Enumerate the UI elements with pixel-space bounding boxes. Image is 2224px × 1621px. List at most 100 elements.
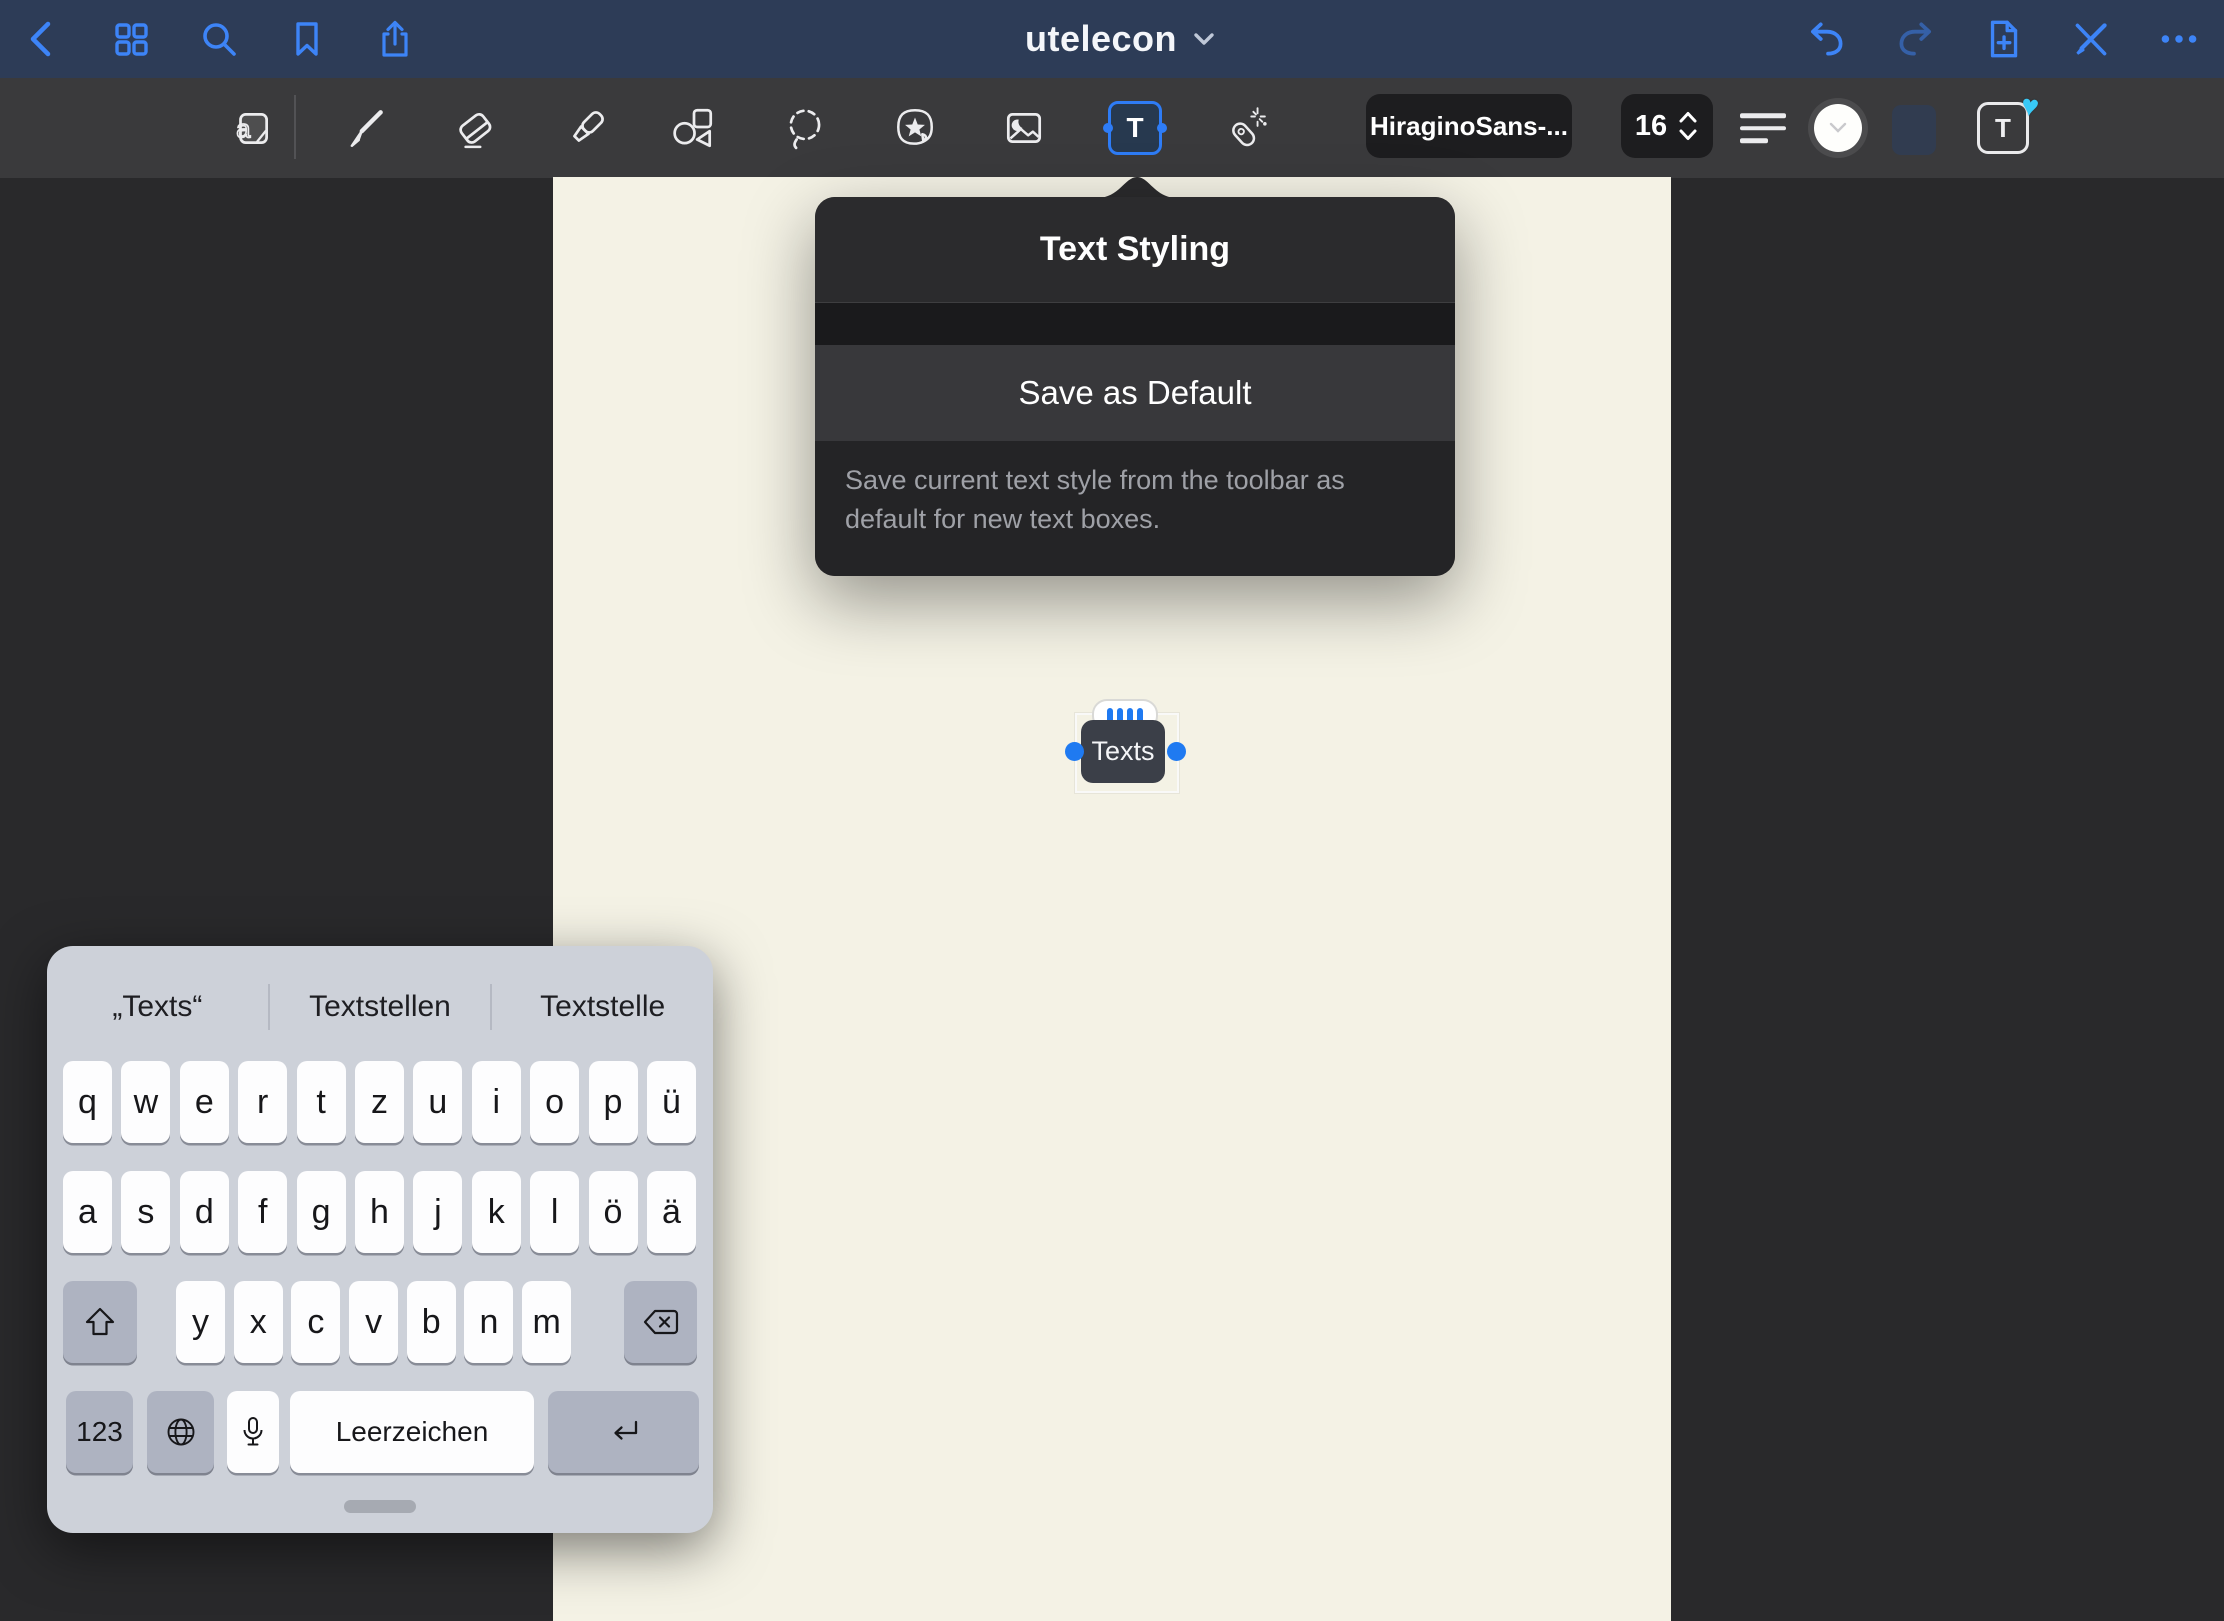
laser-tool[interactable]	[1215, 98, 1275, 158]
suggestion-2[interactable]: Textstelle	[492, 966, 713, 1048]
key-ö[interactable]: ö	[589, 1171, 638, 1253]
key-c[interactable]: c	[291, 1281, 340, 1363]
writing-aid-tool[interactable]: a	[222, 98, 282, 158]
key-o[interactable]: o	[530, 1061, 579, 1143]
key-q[interactable]: q	[63, 1061, 112, 1143]
bookmark-button[interactable]	[279, 11, 335, 67]
document-title-button[interactable]: utelecon	[1025, 18, 1215, 60]
font-name-button[interactable]: HiraginoSans-...	[1366, 94, 1572, 158]
text-color-button[interactable]	[1808, 98, 1868, 158]
lasso-icon	[783, 105, 829, 151]
chevron-down-icon	[1828, 122, 1848, 134]
redo-button[interactable]	[1887, 11, 1943, 67]
text-align-button[interactable]	[1740, 113, 1786, 143]
color-swatch-white	[1814, 104, 1862, 152]
key-b[interactable]: b	[407, 1281, 456, 1363]
keyboard-row-2: asdfghjklöä	[63, 1171, 696, 1253]
dictation-key[interactable]	[227, 1391, 279, 1473]
key-w[interactable]: w	[121, 1061, 170, 1143]
key-a[interactable]: a	[63, 1171, 112, 1253]
align-line	[1740, 113, 1786, 118]
key-m[interactable]: m	[522, 1281, 571, 1363]
text-background-swatch[interactable]	[1892, 105, 1936, 155]
more-button[interactable]	[2151, 11, 2207, 67]
undo-icon	[1804, 16, 1850, 62]
tool-toolbar: a	[0, 78, 2224, 178]
add-page-button[interactable]	[1975, 11, 2031, 67]
shift-key[interactable]	[63, 1281, 137, 1363]
key-y[interactable]: y	[176, 1281, 225, 1363]
text-box[interactable]: Texts	[1081, 720, 1165, 783]
key-x[interactable]: x	[234, 1281, 283, 1363]
key-s[interactable]: s	[121, 1171, 170, 1253]
key-k[interactable]: k	[472, 1171, 521, 1253]
key-i[interactable]: i	[472, 1061, 521, 1143]
key-d[interactable]: d	[180, 1171, 229, 1253]
readonly-mode-button[interactable]	[2063, 11, 2119, 67]
share-button[interactable]	[367, 11, 423, 67]
back-button[interactable]	[15, 11, 71, 67]
back-icon	[21, 17, 65, 61]
suggestion-quoted[interactable]: „Texts“	[47, 966, 268, 1048]
pen-icon	[343, 105, 389, 151]
resize-handle-right[interactable]	[1167, 742, 1186, 761]
key-ü[interactable]: ü	[647, 1061, 696, 1143]
key-j[interactable]: j	[413, 1171, 462, 1253]
lasso-tool[interactable]	[776, 98, 836, 158]
key-l[interactable]: l	[530, 1171, 579, 1253]
globe-icon	[165, 1416, 197, 1448]
top-navigation-bar: utelecon	[0, 0, 2224, 78]
text-tool-selected[interactable]: T	[1108, 101, 1162, 155]
key-ä[interactable]: ä	[647, 1171, 696, 1253]
key-t[interactable]: t	[297, 1061, 346, 1143]
keyboard-row-1: qwertzuiopü	[63, 1061, 696, 1143]
backspace-key[interactable]	[624, 1281, 697, 1363]
elements-tool[interactable]	[885, 98, 945, 158]
key-z[interactable]: z	[355, 1061, 404, 1143]
suggestion-1[interactable]: Textstellen	[270, 966, 491, 1048]
chevron-down-icon	[1193, 32, 1215, 46]
undo-button[interactable]	[1799, 11, 1855, 67]
heart-badge-icon: ♥	[2019, 89, 2041, 125]
key-u[interactable]: u	[413, 1061, 462, 1143]
pen-tool[interactable]	[336, 98, 396, 158]
eraser-tool[interactable]	[445, 98, 505, 158]
stepper-chevrons-icon	[1677, 108, 1699, 144]
page-title: utelecon	[1025, 18, 1177, 60]
favorite-text-style-button[interactable]: T ♥	[1977, 102, 2029, 154]
return-key[interactable]	[548, 1391, 699, 1473]
globe-key[interactable]	[147, 1391, 214, 1473]
image-tool[interactable]	[994, 98, 1054, 158]
key-e[interactable]: e	[180, 1061, 229, 1143]
space-key-label: Leerzeichen	[336, 1416, 489, 1448]
more-icon	[2156, 16, 2202, 62]
key-p[interactable]: p	[589, 1061, 638, 1143]
key-r[interactable]: r	[238, 1061, 287, 1143]
key-h[interactable]: h	[355, 1171, 404, 1253]
search-button[interactable]	[191, 11, 247, 67]
add-page-icon	[1980, 16, 2026, 62]
thumbnails-button[interactable]	[103, 11, 159, 67]
key-n[interactable]: n	[464, 1281, 513, 1363]
key-g[interactable]: g	[297, 1171, 346, 1253]
keyboard-drag-handle[interactable]	[344, 1500, 416, 1513]
key-f[interactable]: f	[238, 1171, 287, 1253]
image-icon	[1001, 105, 1047, 151]
space-key[interactable]: Leerzeichen	[290, 1391, 534, 1473]
shapes-tool[interactable]	[664, 98, 724, 158]
numbers-key[interactable]: 123	[66, 1391, 133, 1473]
writing-aid-icon: a	[229, 105, 275, 151]
key-v[interactable]: v	[349, 1281, 398, 1363]
app-screen: utelecon	[0, 0, 2224, 1621]
selection-dot-left	[1103, 123, 1113, 133]
favorite-text-label: T	[1995, 113, 2011, 144]
save-as-default-button[interactable]: Save as Default	[815, 345, 1455, 441]
resize-handle-left[interactable]	[1065, 742, 1084, 761]
highlighter-icon	[564, 105, 610, 151]
font-size-stepper[interactable]: 16	[1621, 94, 1713, 158]
eraser-icon	[452, 105, 498, 151]
highlighter-tool[interactable]	[557, 98, 617, 158]
suggestion-bar: „Texts“ Textstellen Textstelle	[47, 966, 713, 1048]
sticker-star-icon	[892, 105, 938, 151]
search-icon	[197, 17, 241, 61]
